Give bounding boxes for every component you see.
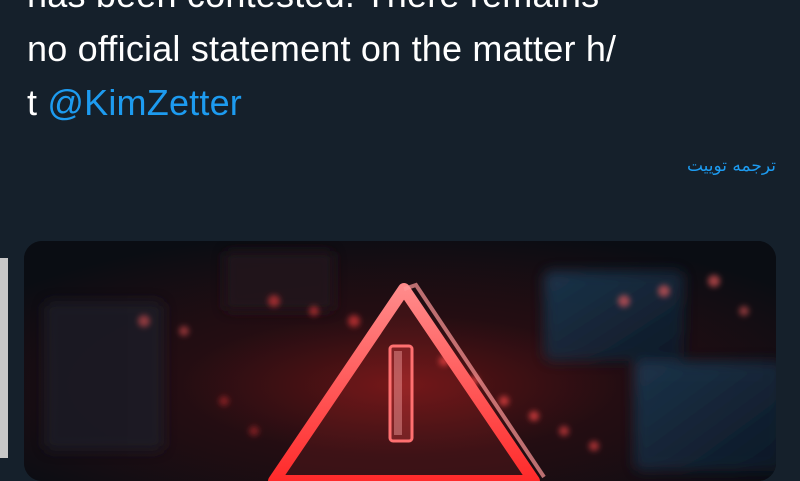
tweet-text-line-2: no official statement on the matter h/	[27, 28, 617, 69]
mention-link[interactable]: @KimZetter	[47, 82, 242, 123]
media-illustration	[24, 241, 776, 481]
tweet-text-line-3: t @KimZetter	[27, 76, 787, 130]
translate-tweet-link[interactable]: ترجمه توییت	[687, 156, 776, 176]
tweet-text-line-1: has been contested. There remains	[27, 0, 787, 22]
tweet-media-image[interactable]	[24, 241, 776, 481]
tweet-text: has been contested. There remains no off…	[27, 0, 787, 130]
thread-accent-bar	[0, 258, 8, 458]
tweet-text-line-3-prefix: t	[27, 82, 48, 123]
